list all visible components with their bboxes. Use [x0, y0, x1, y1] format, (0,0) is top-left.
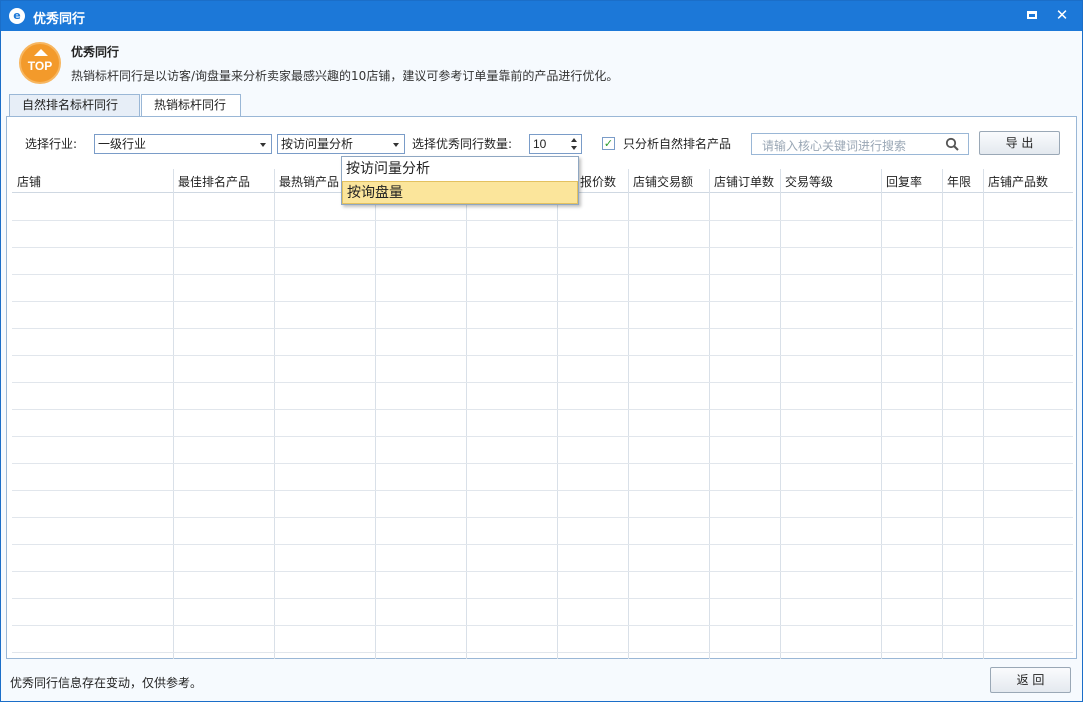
header-description: 热销标杆同行是以访客/询盘量来分析卖家最感兴趣的10店铺，建议可参考订单量靠前的… [71, 69, 619, 83]
table-row[interactable] [12, 220, 1073, 221]
app-logo-icon: e [9, 8, 25, 24]
column-header-quote-count[interactable]: 报价数 [580, 173, 616, 190]
top-badge-icon: TOP [19, 42, 61, 84]
table-row[interactable] [12, 463, 1073, 464]
column-divider [557, 169, 558, 659]
title-bar[interactable]: e 优秀同行 ✕ [1, 1, 1082, 31]
up-arrow-icon [34, 49, 48, 56]
column-divider [628, 169, 629, 659]
column-divider [173, 169, 174, 659]
column-divider [881, 169, 882, 659]
table-row[interactable] [12, 625, 1073, 626]
column-divider [274, 169, 275, 659]
search-box[interactable]: 请输入核心关键词进行搜索 [751, 133, 969, 155]
table-row[interactable] [12, 301, 1073, 302]
column-header-shop-orders[interactable]: 店铺订单数 [714, 173, 774, 190]
column-divider [942, 169, 943, 659]
stepper-up-icon[interactable] [571, 138, 577, 142]
table-row[interactable] [12, 274, 1073, 275]
chevron-down-icon [393, 143, 399, 147]
table-row[interactable] [12, 571, 1073, 572]
search-input[interactable]: 请输入核心关键词进行搜索 [762, 137, 906, 154]
table-row[interactable] [12, 544, 1073, 545]
peer-table: 店铺 最佳排名产品 最热销产品 报价数 店铺交易额 店铺订单数 交易等级 回复率… [12, 169, 1073, 659]
tab-hot-selling[interactable]: 热销标杆同行 [141, 94, 241, 117]
top-badge-label: TOP [27, 59, 53, 73]
table-row[interactable] [12, 382, 1073, 383]
window-title: 优秀同行 [33, 12, 86, 27]
search-icon[interactable] [945, 137, 959, 151]
table-row[interactable] [12, 490, 1073, 491]
back-button[interactable]: 返 回 [990, 667, 1071, 693]
maximize-icon [1027, 11, 1037, 19]
column-header-product-count[interactable]: 店铺产品数 [988, 173, 1048, 190]
count-stepper[interactable]: 10 [529, 134, 582, 154]
count-label: 选择优秀同行数量: [412, 137, 513, 151]
column-header-years[interactable]: 年限 [947, 173, 971, 190]
table-row[interactable] [12, 652, 1073, 653]
column-divider [709, 169, 710, 659]
stepper-down-icon[interactable] [571, 146, 577, 150]
industry-select-value: 一级行业 [98, 137, 147, 151]
table-row[interactable] [12, 247, 1073, 248]
close-button[interactable]: ✕ [1051, 5, 1073, 25]
column-divider [375, 169, 376, 659]
column-header-shop-turnover[interactable]: 店铺交易额 [633, 173, 693, 190]
table-row[interactable] [12, 409, 1073, 410]
count-value: 10 [533, 137, 547, 151]
table-row[interactable] [12, 355, 1073, 356]
table-row[interactable] [12, 517, 1073, 518]
dropdown-option-by-visits[interactable]: 按访问量分析 [342, 158, 578, 181]
column-divider [466, 169, 467, 659]
column-header-trade-level[interactable]: 交易等级 [785, 173, 833, 190]
table-row[interactable] [12, 598, 1073, 599]
footer-note: 优秀同行信息存在变动，仅供参考。 [10, 676, 203, 690]
dropdown-option-by-inquiries[interactable]: 按询盘量 [342, 181, 578, 204]
column-header-reply-rate[interactable]: 回复率 [886, 173, 922, 190]
header-title: 优秀同行 [71, 45, 120, 59]
column-header-hot-product[interactable]: 最热销产品 [279, 173, 339, 190]
dialog-window: e 优秀同行 ✕ TOP 优秀同行 热销标杆同行是以访客/询盘量来分析卖家最感兴… [0, 0, 1083, 702]
chevron-down-icon [260, 143, 266, 147]
column-header-shop[interactable]: 店铺 [17, 173, 41, 190]
analysis-mode-select[interactable]: 按访问量分析 [277, 134, 405, 154]
export-button[interactable]: 导 出 [979, 131, 1060, 155]
table-row[interactable] [12, 436, 1073, 437]
header: TOP 优秀同行 热销标杆同行是以访客/询盘量来分析卖家最感兴趣的10店铺，建议… [1, 31, 1082, 93]
column-header-best-rank-product[interactable]: 最佳排名产品 [178, 173, 250, 190]
table-row[interactable] [12, 328, 1073, 329]
industry-label: 选择行业: [25, 137, 78, 151]
natural-only-label[interactable]: 只分析自然排名产品 [623, 135, 731, 152]
column-divider [780, 169, 781, 659]
tab-natural-ranking[interactable]: 自然排名标杆同行 [9, 94, 140, 116]
industry-select[interactable]: 一级行业 [94, 134, 272, 154]
analysis-mode-value: 按访问量分析 [281, 137, 354, 151]
analysis-mode-dropdown: 按访问量分析 按询盘量 [341, 156, 579, 205]
natural-only-checkbox[interactable]: ✓ [602, 137, 615, 150]
column-divider [983, 169, 984, 659]
maximize-button[interactable] [1021, 5, 1043, 25]
